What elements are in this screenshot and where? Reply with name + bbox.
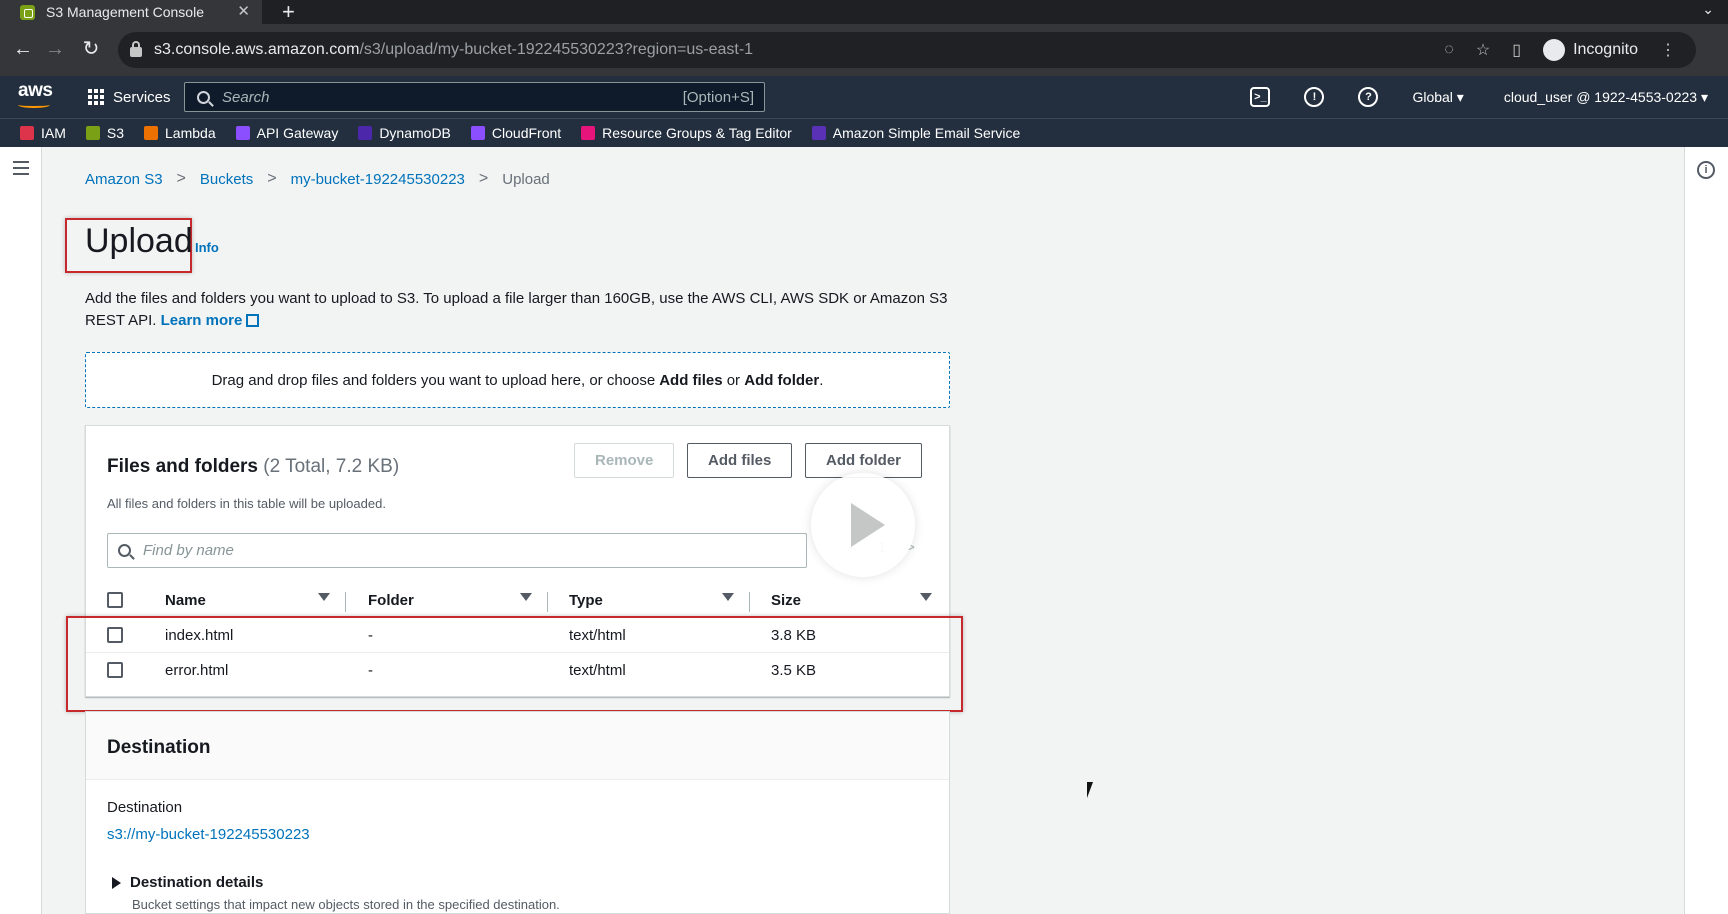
search-icon: [118, 544, 131, 557]
search-shortcut-hint: [Option+S]: [682, 88, 754, 106]
files-panel-title: Files and folders (2 Total, 7.2 KB): [107, 456, 400, 477]
browser-tab[interactable]: S3 Management Console ✕: [0, 0, 262, 24]
destination-heading: Destination: [107, 737, 211, 758]
favorite-iam[interactable]: IAM: [20, 125, 66, 141]
browser-toolbar: ← → ↻ s3.console.aws.amazon.com/s3/uploa…: [0, 24, 1728, 76]
page-title: Upload: [85, 222, 193, 260]
destination-panel: Destination Destination s3://my-bucket-1…: [85, 711, 950, 914]
favorites-bar: IAM S3 Lambda API Gateway DynamoDB CloudFront…: [0, 118, 1728, 147]
eye-off-icon[interactable]: ◌: [1444, 41, 1454, 59]
tab-title: S3 Management Console: [46, 4, 204, 20]
destination-header: Destination: [86, 712, 949, 780]
right-tools-rail: i: [1684, 147, 1728, 914]
favorite-amazon-simple-email-service[interactable]: Amazon Simple Email Service: [811, 125, 1020, 141]
service-icon: [811, 126, 826, 140]
service-icon: [235, 126, 250, 140]
menu-hamburger-icon[interactable]: [13, 161, 29, 179]
services-menu-button[interactable]: Services: [88, 76, 171, 118]
browser-tab-strip: S3 Management Console ✕ + ⌄: [0, 0, 1728, 24]
rows-highlight-box: [66, 616, 963, 712]
select-all-checkbox[interactable]: [107, 592, 123, 608]
s3-favicon-icon: [20, 4, 35, 20]
breadcrumb-bucket[interactable]: my-bucket-192245530223: [291, 171, 465, 188]
new-tab-icon[interactable]: +: [282, 0, 295, 24]
column-header-type[interactable]: Type: [569, 592, 603, 609]
forward-icon[interactable]: →: [42, 36, 68, 62]
add-files-button[interactable]: Add files: [687, 443, 793, 478]
aws-smile-icon: [18, 102, 50, 108]
table-header: Name Folder Type Size: [86, 584, 949, 618]
favorite-dynamodb[interactable]: DynamoDB: [358, 125, 451, 141]
side-panel-icon[interactable]: ▯: [1512, 40, 1521, 60]
cloudshell-icon[interactable]: >_: [1250, 87, 1271, 107]
mouse-cursor-icon: [1087, 782, 1099, 798]
service-icon: [85, 126, 100, 140]
aws-logo[interactable]: aws: [18, 80, 53, 108]
service-icon: [358, 126, 373, 140]
chevron-right-icon: >: [267, 170, 277, 187]
drop-zone[interactable]: Drag and drop files and folders you want…: [85, 352, 950, 408]
info-link[interactable]: Info: [195, 240, 219, 255]
destination-details-description: Bucket settings that impact new objects …: [132, 897, 560, 912]
help-icon[interactable]: ?: [1358, 87, 1379, 107]
service-icon: [470, 126, 485, 140]
files-panel-subtitle: All files and folders in this table will…: [107, 496, 386, 511]
chevron-right-icon: >: [478, 170, 489, 187]
destination-link[interactable]: s3://my-bucket-192245530223: [107, 826, 310, 843]
breadcrumb-buckets[interactable]: Buckets: [200, 171, 253, 188]
incognito-indicator[interactable]: Incognito: [1543, 39, 1638, 61]
play-icon[interactable]: [811, 473, 915, 577]
service-icon: [20, 126, 34, 140]
aws-top-nav: aws Services [Option+S] >_ ! ? Global cl…: [0, 76, 1728, 118]
find-by-name-input[interactable]: [143, 542, 743, 559]
tab-search-chevron-icon[interactable]: ⌄: [1702, 1, 1714, 18]
incognito-icon: [1543, 39, 1566, 61]
close-tab-icon[interactable]: ✕: [237, 2, 250, 20]
destination-label: Destination: [107, 799, 183, 816]
column-divider[interactable]: [749, 592, 750, 612]
favorite-resource-groups-tag-editor[interactable]: Resource Groups & Tag Editor: [581, 125, 792, 141]
info-panel-icon[interactable]: i: [1697, 161, 1715, 179]
bookmark-star-icon[interactable]: ☆: [1476, 40, 1490, 60]
breadcrumb-current: Upload: [502, 170, 550, 188]
aws-search-bar[interactable]: [Option+S]: [184, 82, 765, 112]
favorite-lambda[interactable]: Lambda: [144, 125, 216, 141]
browser-menu-icon[interactable]: ⋮: [1660, 40, 1676, 60]
region-selector[interactable]: Global: [1412, 89, 1463, 106]
column-divider[interactable]: [547, 592, 548, 612]
back-icon[interactable]: ←: [10, 36, 36, 62]
url-text: s3.console.aws.amazon.com/s3/upload/my-b…: [154, 41, 754, 58]
column-divider[interactable]: [345, 592, 346, 612]
remove-button[interactable]: Remove: [574, 443, 675, 478]
external-link-icon: [246, 314, 260, 327]
service-icon: [144, 126, 159, 140]
favorite-s3[interactable]: S3: [85, 125, 124, 141]
favorite-cloudfront[interactable]: CloudFront: [470, 125, 561, 141]
learn-more-link[interactable]: Learn more: [161, 312, 260, 329]
caret-right-icon: [112, 876, 121, 889]
breadcrumb: Amazon S3 > Buckets > my-bucket-19224553…: [85, 170, 550, 188]
address-bar[interactable]: s3.console.aws.amazon.com/s3/upload/my-b…: [118, 32, 1696, 68]
page-description: Add the files and folders you want to up…: [85, 290, 948, 329]
services-grid-icon: [88, 89, 104, 105]
aws-search-input[interactable]: [222, 88, 652, 106]
account-menu[interactable]: cloud_user @ 1922-4553-0223: [1504, 89, 1708, 106]
column-header-size[interactable]: Size: [771, 592, 801, 609]
breadcrumb-amazon-s3[interactable]: Amazon S3: [85, 171, 163, 188]
destination-details-toggle[interactable]: Destination details: [107, 874, 263, 891]
chevron-right-icon: >: [176, 170, 186, 187]
column-header-folder[interactable]: Folder: [368, 592, 414, 609]
service-icon: [581, 126, 596, 140]
favorite-api-gateway[interactable]: API Gateway: [235, 125, 338, 141]
lock-icon: [130, 41, 142, 57]
reload-icon[interactable]: ↻: [78, 36, 104, 62]
left-navigation-rail: [0, 147, 42, 914]
notifications-bell-icon[interactable]: !: [1304, 87, 1325, 107]
column-header-name[interactable]: Name: [165, 592, 206, 609]
search-icon: [197, 90, 210, 104]
find-by-name-search[interactable]: [107, 533, 807, 568]
